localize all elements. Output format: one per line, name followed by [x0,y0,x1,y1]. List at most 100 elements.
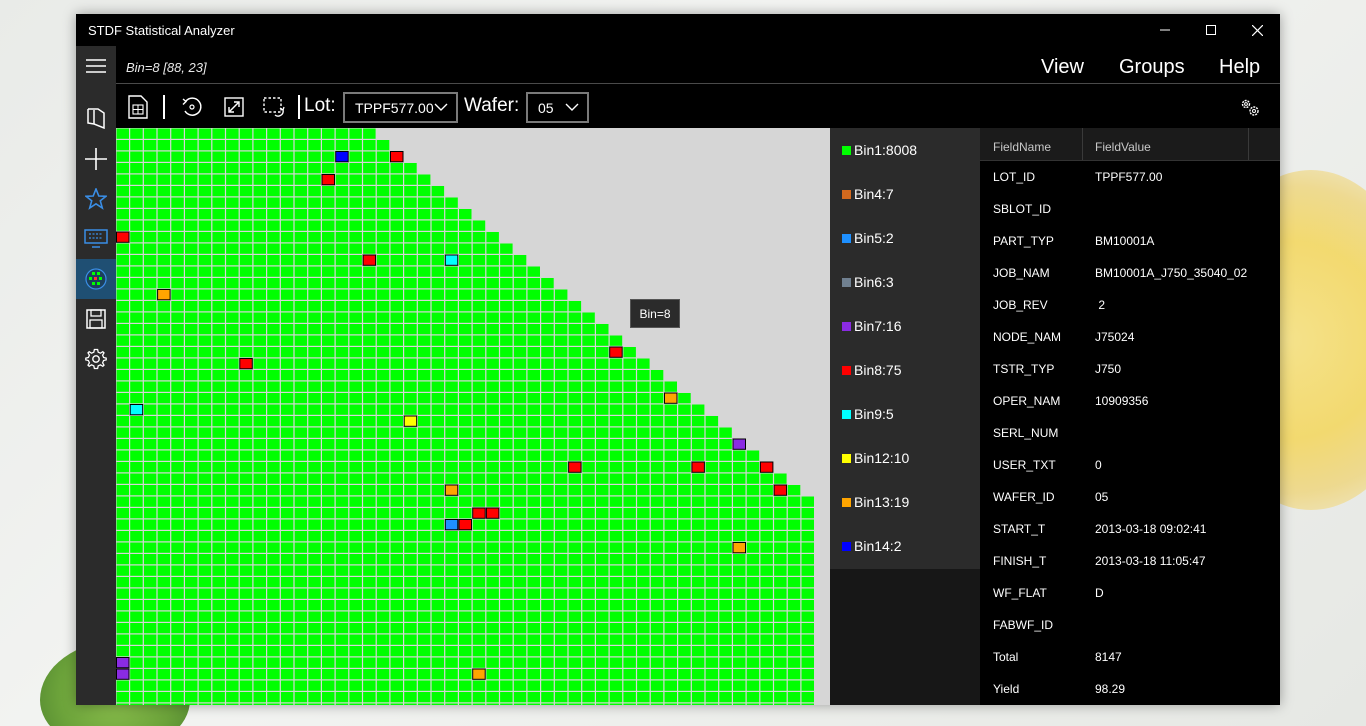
wafer-die[interactable] [363,266,376,277]
wafer-die[interactable] [198,347,212,358]
wafer-die[interactable] [637,623,650,634]
wafer-die[interactable] [116,358,130,369]
wafer-die[interactable] [417,439,431,450]
wafer-die[interactable] [691,427,705,438]
wafer-die[interactable] [349,232,362,243]
wafer-die[interactable] [404,531,417,542]
wafer-die[interactable] [568,692,582,703]
wafer-die[interactable] [760,485,773,496]
wafer-die[interactable] [486,255,499,266]
wafer-die[interactable] [116,508,130,519]
wafer-die[interactable] [335,289,349,300]
wafer-die[interactable] [294,427,308,438]
wafer-die[interactable] [376,703,390,706]
wafer-die[interactable] [431,312,445,323]
wafer-die[interactable] [760,634,773,645]
wafer-die[interactable] [308,508,321,519]
wafer-die[interactable] [239,197,253,208]
wafer-die[interactable] [500,531,513,542]
wafer-die[interactable] [157,680,171,691]
wafer-die[interactable] [116,266,130,277]
wafer-die[interactable] [390,278,404,289]
wafer-die[interactable] [596,508,609,519]
wafer-die[interactable] [623,554,636,565]
wafer-die[interactable] [116,197,130,208]
wafer-die[interactable] [582,542,595,553]
wafer-die[interactable] [239,427,253,438]
wafer-die[interactable] [417,255,431,266]
wafer-die[interactable] [472,312,486,323]
wafer-die[interactable] [623,703,636,706]
wafer-die[interactable] [267,657,280,668]
wafer-die[interactable] [212,370,225,381]
wafer-die[interactable] [445,209,458,220]
wafer-die[interactable] [157,623,171,634]
wafer-die[interactable] [541,519,554,530]
wafer-die[interactable] [143,680,157,691]
wafer-die[interactable] [705,577,719,588]
wafer-die[interactable] [239,462,253,473]
wafer-die[interactable] [171,703,184,706]
wafer-die[interactable] [349,209,362,220]
wafer-die[interactable] [719,554,732,565]
wafer-die[interactable] [335,554,349,565]
wafer-die[interactable] [157,209,171,220]
wafer-die[interactable] [308,416,321,427]
wafer-die[interactable] [472,462,486,473]
wafer-die[interactable] [335,174,349,185]
wafer-die[interactable] [773,484,788,496]
wafer-die[interactable] [308,186,321,197]
wafer-die[interactable] [760,680,773,691]
wafer-die[interactable] [582,439,595,450]
wafer-die[interactable] [664,473,678,484]
wafer-die[interactable] [582,358,595,369]
wafer-die[interactable] [472,393,486,404]
wafer-die[interactable] [130,416,143,427]
wafer-die[interactable] [486,542,499,553]
wafer-die[interactable] [130,174,143,185]
wafer-die[interactable] [363,565,376,576]
wafer-die[interactable] [582,404,595,415]
wafer-die[interactable] [185,381,198,392]
wafer-die[interactable] [623,531,636,542]
wafer-die[interactable] [157,266,171,277]
wafer-die[interactable] [431,381,445,392]
wafer-die[interactable] [541,301,554,312]
wafer-die[interactable] [130,531,143,542]
wafer-die[interactable] [404,565,417,576]
wafer-die[interactable] [472,507,486,519]
wafer-die[interactable] [390,243,404,254]
wafer-die[interactable] [185,220,198,231]
wafer-die[interactable] [554,565,568,576]
wafer-die[interactable] [637,416,650,427]
wafer-die[interactable] [294,646,308,657]
wafer-die[interactable] [404,600,417,611]
wafer-die[interactable] [253,565,267,576]
wafer-die[interactable] [650,680,664,691]
wafer-die[interactable] [513,416,527,427]
wafer-die[interactable] [609,381,623,392]
wafer-die[interactable] [774,508,787,519]
wafer-die[interactable] [267,623,280,634]
wafer-die[interactable] [582,646,595,657]
wafer-die[interactable] [513,496,527,507]
wafer-die[interactable] [198,669,212,680]
wafer-die[interactable] [705,519,719,530]
wafer-die[interactable] [527,611,541,622]
wafer-die[interactable] [787,703,801,706]
wafer-die[interactable] [171,381,184,392]
wafer-die[interactable] [568,588,582,599]
wafer-die[interactable] [308,163,321,174]
wafer-die[interactable] [486,462,499,473]
wafer-die[interactable] [253,140,267,151]
wafer-die[interactable] [363,623,376,634]
wafer-die[interactable] [185,232,198,243]
wafer-die[interactable] [143,519,157,530]
wafer-die[interactable] [705,669,719,680]
wafer-die[interactable] [212,301,225,312]
wafer-die[interactable] [513,301,527,312]
wafer-die[interactable] [691,519,705,530]
wafer-die[interactable] [143,508,157,519]
wafer-die[interactable] [308,565,321,576]
wafer-die[interactable] [185,519,198,530]
